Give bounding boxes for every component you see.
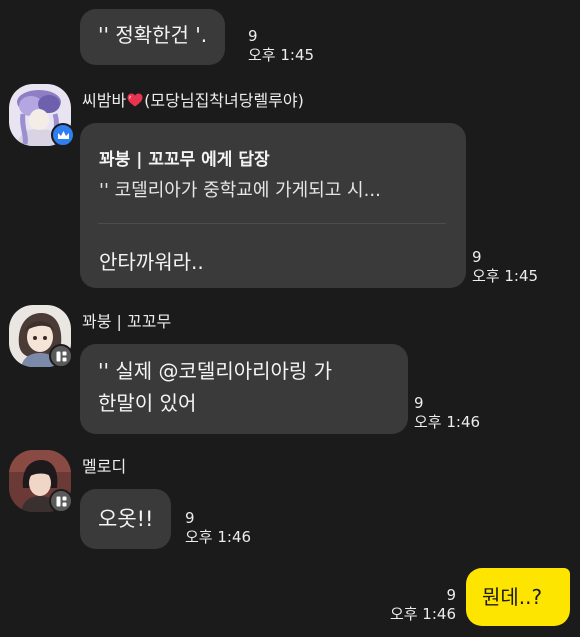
crown-badge [51,123,75,147]
message-meta: 9 오후 1:45 [248,27,314,65]
message-text: 한말이 있어 [98,391,197,415]
sender-name[interactable]: 멜로디 [82,456,126,478]
message-line: '' 실제 @코델리아리아링 가 [98,355,390,387]
grid-badge-icon [56,351,66,361]
reply-bubble[interactable]: 꽈붕 | 꼬꼬무 에게 답장 '' 코델리아가 중학교에 가게되고 시... 안… [80,123,466,288]
message-text: 오옷!! [98,507,154,531]
message-time: 오후 1:46 [185,528,252,546]
reply-quote[interactable]: '' 코델리아가 중학교에 가게되고 시... [99,176,381,202]
mention-link[interactable]: @코델리아리아링 [159,359,308,383]
unread-count: 9 [248,27,258,45]
message-text: '' 정확한건 '. [98,23,208,47]
sender-name-suffix: (모당님집착녀당렐루야) [144,91,304,110]
reply-header: 꽈붕 | 꼬꼬무 에게 답장 [99,150,270,170]
profile-badge [49,344,73,368]
sender-name[interactable]: 씨밤바 (모당님집착녀당렐루야) [82,90,304,112]
grid-badge-icon [56,496,66,506]
sender-name[interactable]: 꽈붕 | 꼬꼬무 [82,311,171,333]
message-text: '' 실제 [98,359,159,383]
unread-count: 9 [446,586,456,604]
my-message-bubble[interactable]: 뭔데..? [466,568,570,626]
message-meta: 9 오후 1:45 [472,248,538,286]
message-bubble[interactable]: '' 정확한건 '. [80,9,226,65]
heart-icon [127,93,143,107]
sender-name-text: 씨밤바 [82,91,127,110]
message-text: 뭔데..? [482,585,543,609]
message-meta: 9 오후 1:46 [185,509,251,547]
message-time: 오후 1:45 [248,46,315,64]
message-bubble[interactable]: 오옷!! [80,489,172,549]
message-meta: 9 오후 1:46 [390,586,456,624]
unread-count: 9 [185,509,195,527]
reply-divider [98,223,446,224]
message-time: 오후 1:46 [414,413,481,431]
message-meta: 9 오후 1:46 [414,394,480,432]
message-time: 오후 1:45 [472,267,539,285]
unread-count: 9 [414,394,424,412]
message-text: 가 [307,359,333,383]
message-time: 오후 1:46 [389,605,456,623]
profile-badge [49,489,73,513]
unread-count: 9 [472,248,482,266]
crown-icon [57,131,69,139]
message-bubble[interactable]: '' 실제 @코델리아리아링 가 한말이 있어 [80,344,408,434]
message-text: 안타까워라.. [99,250,204,274]
